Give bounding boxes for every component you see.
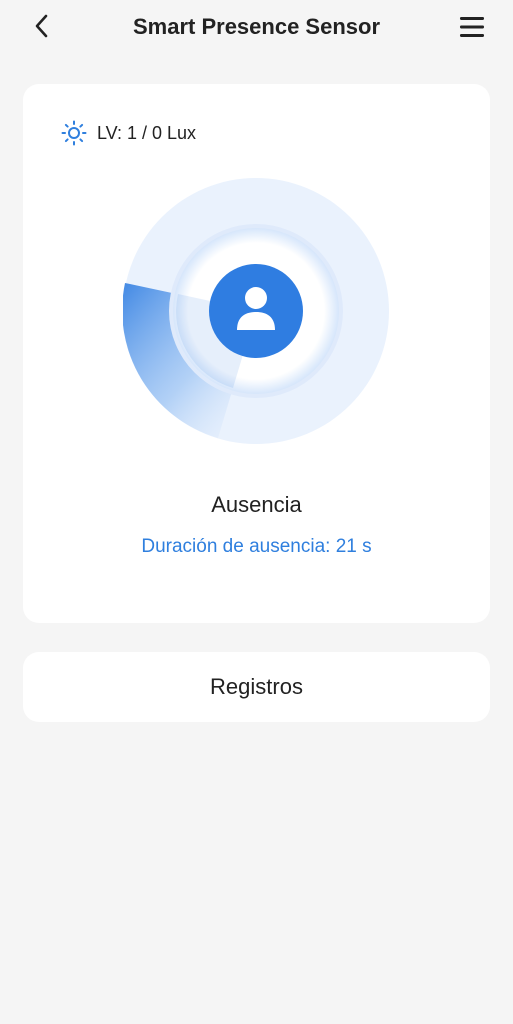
sun-icon xyxy=(61,120,87,146)
lux-label: LV: 1 / 0 Lux xyxy=(97,122,197,143)
records-label: Registros xyxy=(210,674,303,699)
presence-status: Ausencia xyxy=(211,492,302,517)
presence-radar xyxy=(122,178,389,444)
records-button[interactable]: Registros xyxy=(23,652,490,722)
hamburger-menu-icon xyxy=(460,17,484,37)
absence-duration: Duración de ausencia: 21 s xyxy=(141,536,372,557)
page-title: Smart Presence Sensor xyxy=(132,14,381,39)
person-circle xyxy=(209,264,303,358)
menu-button[interactable] xyxy=(457,12,487,42)
lux-reading: LV: 1 / 0 Lux xyxy=(61,120,196,146)
sensor-card: LV: 1 / 0 Lux Ausencia Duración de ausen… xyxy=(23,84,490,623)
header: Smart Presence Sensor xyxy=(0,0,513,56)
